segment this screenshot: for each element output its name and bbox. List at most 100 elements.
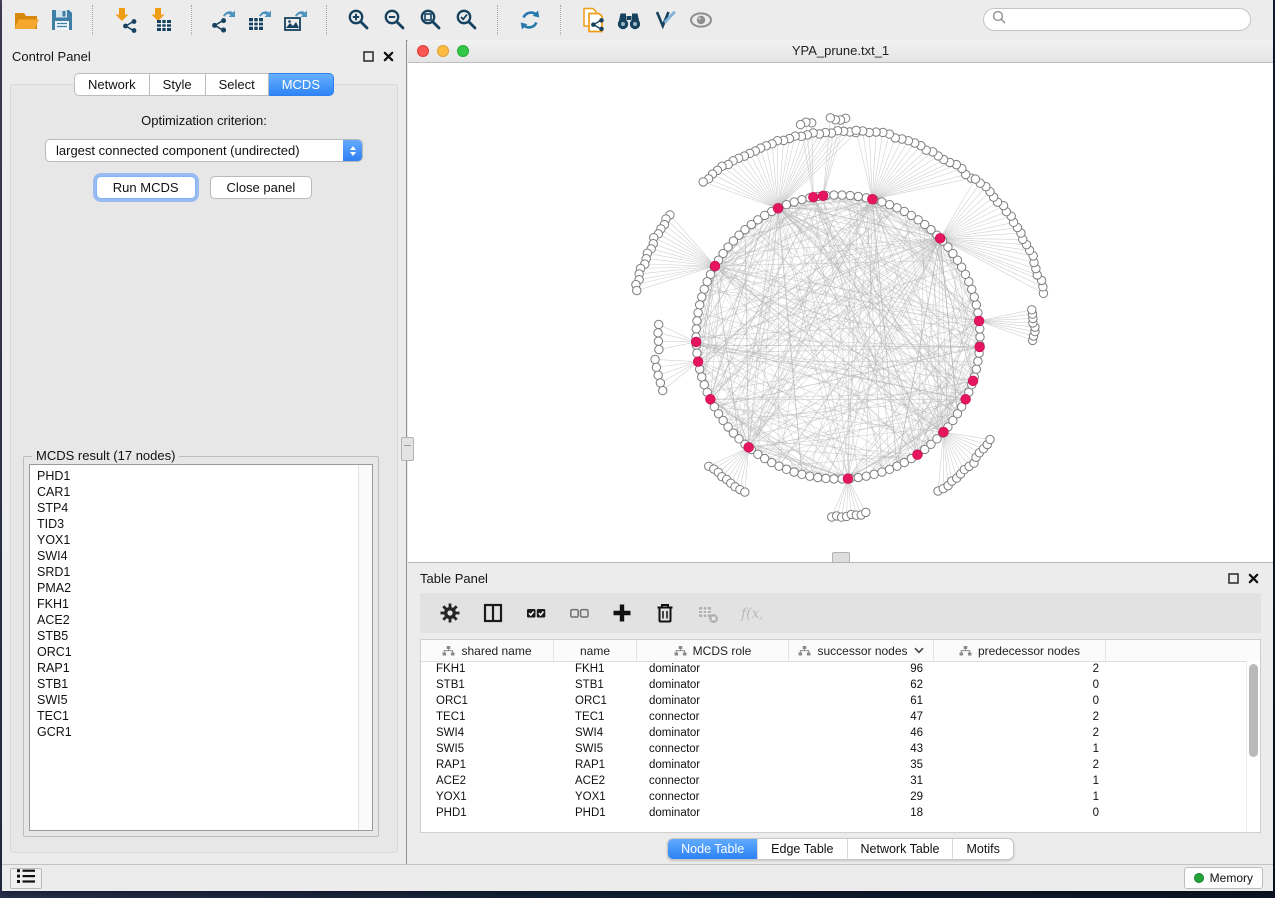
desktop-wallpaper: Control Panel NetworkStyleSelectMCDS Opt… bbox=[0, 0, 1275, 898]
open-session-icon[interactable] bbox=[12, 7, 39, 34]
table-row[interactable]: RAP1RAP1dominator352 bbox=[421, 757, 1247, 773]
column-header-predecessor-nodes[interactable]: predecessor nodes bbox=[934, 640, 1106, 661]
list-scrollbar[interactable] bbox=[358, 465, 372, 830]
function-builder-icon: f(x) bbox=[739, 601, 763, 625]
mcds-result-item[interactable]: PHD1 bbox=[37, 468, 358, 484]
table-scrollbar-thumb[interactable] bbox=[1249, 664, 1258, 757]
style-edit-icon[interactable] bbox=[651, 7, 678, 34]
cell: PHD1 bbox=[554, 807, 637, 819]
column-header-successor-nodes[interactable]: successor nodes bbox=[789, 640, 934, 661]
search-box[interactable] bbox=[983, 8, 1251, 31]
select-all-icon[interactable] bbox=[524, 601, 548, 625]
mcds-result-item[interactable]: STB5 bbox=[37, 628, 358, 644]
toolbar-separator bbox=[497, 5, 499, 35]
mcds-result-item[interactable]: ORC1 bbox=[37, 644, 358, 660]
control-panel-header: Control Panel bbox=[2, 40, 406, 68]
float-table-panel-icon[interactable] bbox=[1228, 573, 1239, 584]
save-session-icon[interactable] bbox=[48, 7, 75, 34]
export-image-icon[interactable] bbox=[282, 7, 309, 34]
task-history-button[interactable] bbox=[10, 868, 42, 889]
cell: 1 bbox=[934, 791, 1106, 803]
create-column-icon[interactable] bbox=[610, 601, 634, 625]
mcds-result-item[interactable]: RAP1 bbox=[37, 660, 358, 676]
table-header-row: shared namenameMCDS rolesuccessor nodesp… bbox=[421, 640, 1260, 662]
table-row[interactable]: STB1STB1dominator620 bbox=[421, 677, 1247, 693]
panel-divider-grip[interactable] bbox=[401, 437, 414, 461]
optimization-criterion-select[interactable]: largest connected component (undirected) bbox=[45, 139, 363, 162]
cell: ACE2 bbox=[421, 775, 554, 787]
mcds-result-item[interactable]: STB1 bbox=[37, 676, 358, 692]
mcds-result-item[interactable]: PMA2 bbox=[37, 580, 358, 596]
mcds-result-list[interactable]: PHD1CAR1STP4TID3YOX1SWI4SRD1PMA2FKH1ACE2… bbox=[29, 464, 373, 831]
zoom-selected-icon[interactable] bbox=[453, 7, 480, 34]
close-panel-button[interactable]: Close panel bbox=[210, 176, 313, 199]
tab-select[interactable]: Select bbox=[206, 73, 269, 96]
table-settings-icon[interactable] bbox=[438, 601, 462, 625]
column-header-shared-name[interactable]: shared name bbox=[421, 640, 554, 661]
tab-mcds[interactable]: MCDS bbox=[269, 73, 334, 96]
import-network-icon[interactable] bbox=[111, 7, 138, 34]
show-hide-details-icon[interactable] bbox=[687, 7, 714, 34]
tab-edge-table[interactable]: Edge Table bbox=[757, 839, 846, 859]
cell: 61 bbox=[789, 695, 934, 707]
mcds-result-item[interactable]: SWI5 bbox=[37, 692, 358, 708]
cell: SWI5 bbox=[421, 743, 554, 755]
float-panel-icon[interactable] bbox=[363, 51, 374, 62]
export-document-icon[interactable] bbox=[579, 7, 606, 34]
column-header-name[interactable]: name bbox=[554, 640, 637, 661]
table-row[interactable]: SWI5SWI5connector431 bbox=[421, 741, 1247, 757]
tab-network-table[interactable]: Network Table bbox=[847, 839, 953, 859]
mcds-result-item[interactable]: ACE2 bbox=[37, 612, 358, 628]
zoom-out-icon[interactable] bbox=[381, 7, 408, 34]
tab-network[interactable]: Network bbox=[74, 73, 150, 96]
cell: SWI4 bbox=[421, 727, 554, 739]
mcds-result-item[interactable]: SWI4 bbox=[37, 548, 358, 564]
deselect-all-icon[interactable] bbox=[567, 601, 591, 625]
cell: dominator bbox=[637, 807, 789, 819]
import-table-icon[interactable] bbox=[147, 7, 174, 34]
table-row[interactable]: ORC1ORC1dominator610 bbox=[421, 693, 1247, 709]
column-header-MCDS-role[interactable]: MCDS role bbox=[637, 640, 789, 661]
table-row[interactable]: PHD1PHD1dominator180 bbox=[421, 805, 1247, 821]
zoom-in-icon[interactable] bbox=[345, 7, 372, 34]
mcds-result-item[interactable]: FKH1 bbox=[37, 596, 358, 612]
mcds-result-item[interactable]: STP4 bbox=[37, 500, 358, 516]
mcds-result-item[interactable]: SRD1 bbox=[37, 564, 358, 580]
table-tabs: Node TableEdge TableNetwork TableMotifs bbox=[408, 838, 1273, 860]
export-table-icon[interactable] bbox=[246, 7, 273, 34]
mcds-result-item[interactable]: TEC1 bbox=[37, 708, 358, 724]
tab-style[interactable]: Style bbox=[150, 73, 206, 96]
export-network-icon[interactable] bbox=[210, 7, 237, 34]
table-row[interactable]: ACE2ACE2connector311 bbox=[421, 773, 1247, 789]
mcds-result-item[interactable]: CAR1 bbox=[37, 484, 358, 500]
mcds-result-item[interactable]: TID3 bbox=[37, 516, 358, 532]
tab-node-table[interactable]: Node Table bbox=[668, 839, 757, 859]
app-window: Control Panel NetworkStyleSelectMCDS Opt… bbox=[2, 0, 1273, 891]
tab-motifs[interactable]: Motifs bbox=[952, 839, 1012, 859]
mcds-tab-content: Optimization criterion: largest connecte… bbox=[10, 84, 398, 853]
table-scrollbar[interactable] bbox=[1246, 661, 1260, 832]
cell: 35 bbox=[789, 759, 934, 771]
close-panel-icon[interactable] bbox=[383, 51, 394, 62]
toggle-columns-icon[interactable] bbox=[481, 601, 505, 625]
cell: 46 bbox=[789, 727, 934, 739]
cell: SWI4 bbox=[554, 727, 637, 739]
table-row[interactable]: TEC1TEC1connector472 bbox=[421, 709, 1247, 725]
close-table-panel-icon[interactable] bbox=[1248, 573, 1259, 584]
search-input[interactable] bbox=[1011, 12, 1250, 28]
table-divider-grip[interactable] bbox=[832, 552, 850, 563]
table-row[interactable]: FKH1FKH1dominator962 bbox=[421, 661, 1247, 677]
network-canvas[interactable] bbox=[408, 63, 1273, 562]
delete-columns-icon[interactable] bbox=[653, 601, 677, 625]
zoom-fit-icon[interactable] bbox=[417, 7, 444, 34]
table-row[interactable]: SWI4SWI4dominator462 bbox=[421, 725, 1247, 741]
refresh-icon[interactable] bbox=[516, 7, 543, 34]
find-icon[interactable] bbox=[615, 7, 642, 34]
run-mcds-button[interactable]: Run MCDS bbox=[96, 176, 196, 199]
memory-button[interactable]: Memory bbox=[1184, 867, 1263, 889]
main-toolbar bbox=[2, 0, 1273, 41]
delete-table-icon bbox=[696, 601, 720, 625]
mcds-result-item[interactable]: YOX1 bbox=[37, 532, 358, 548]
table-row[interactable]: YOX1YOX1connector291 bbox=[421, 789, 1247, 805]
mcds-result-item[interactable]: GCR1 bbox=[37, 724, 358, 740]
